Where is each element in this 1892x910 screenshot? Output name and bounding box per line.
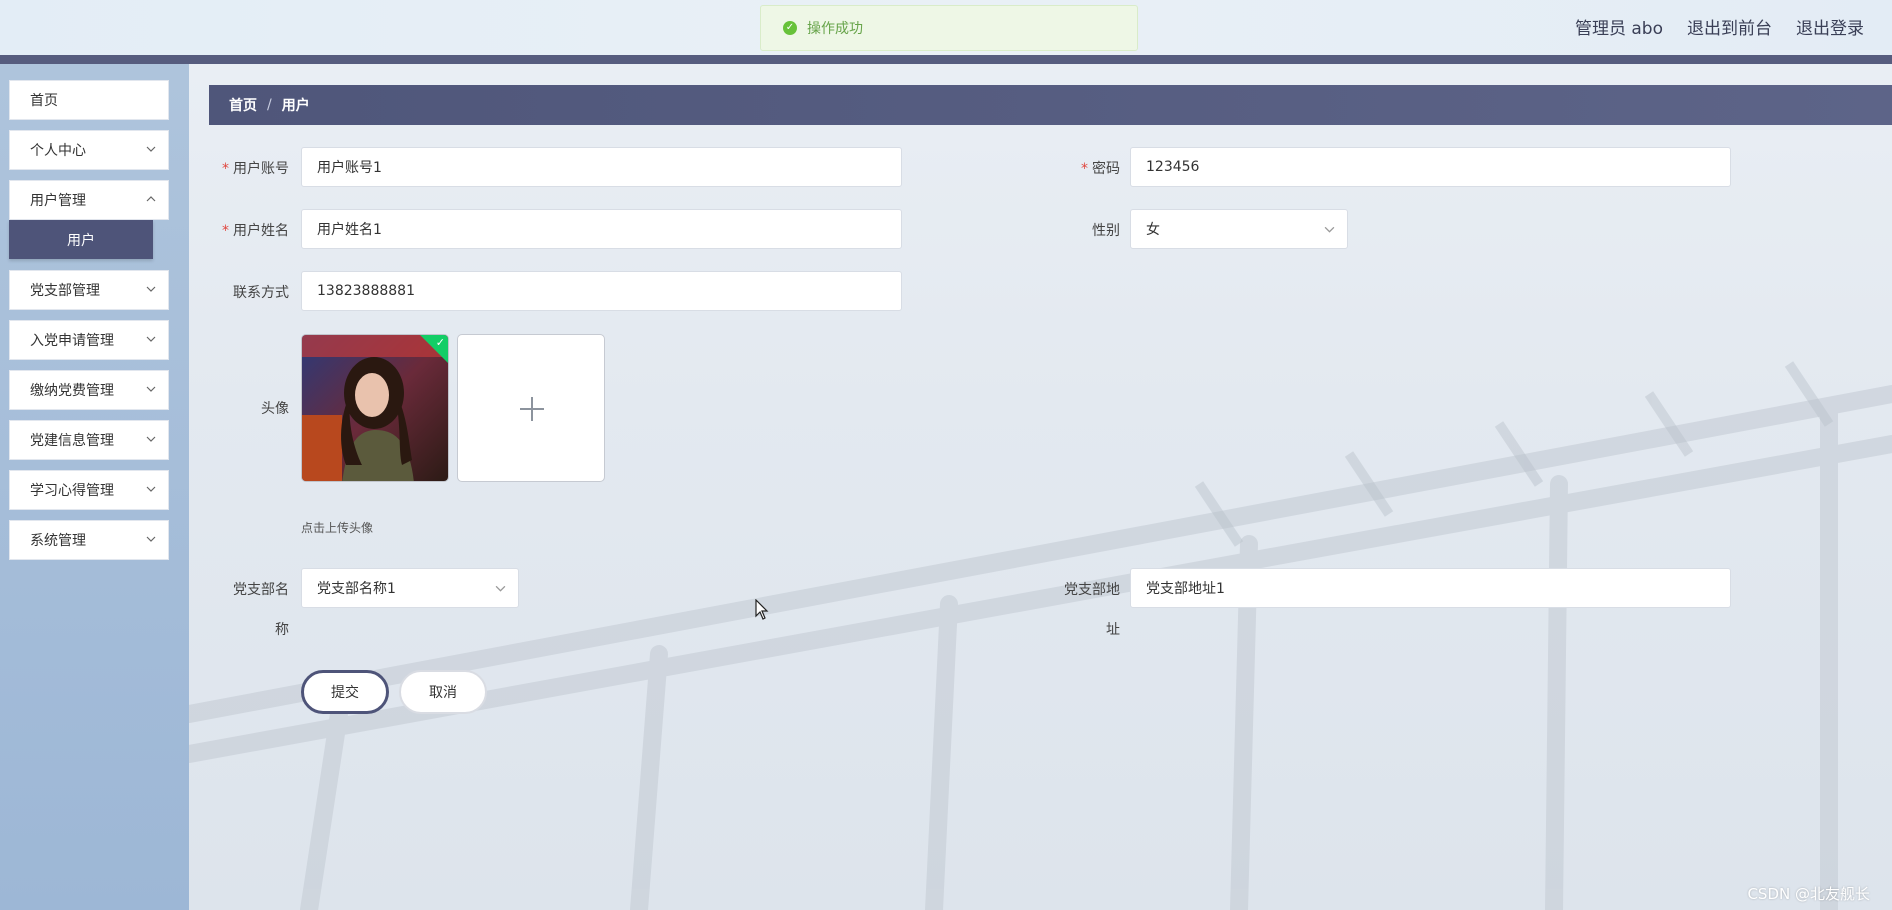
contact-label: 联系方式 [233, 285, 289, 301]
chevron-down-icon [146, 536, 156, 542]
sidebar-item-application-management[interactable]: 入党申请管理 [9, 320, 169, 360]
mouse-cursor-icon [755, 599, 769, 620]
avatar-upload-hint: 点击上传头像 [301, 521, 374, 535]
breadcrumb-home[interactable]: 首页 [229, 95, 257, 115]
breadcrumb: 首页 / 用户 [209, 85, 1892, 125]
sidebar-item-party-info-management[interactable]: 党建信息管理 [9, 420, 169, 460]
avatar-upload-button[interactable] [457, 334, 605, 482]
sidebar-item-label: 缴纳党费管理 [30, 383, 114, 399]
chevron-up-icon [146, 196, 156, 202]
sidebar-item-branch-management[interactable]: 党支部管理 [9, 270, 169, 310]
sidebar-item-label: 党支部管理 [30, 283, 100, 299]
submit-button[interactable]: 提交 [301, 670, 389, 714]
sidebar-item-label: 系统管理 [30, 533, 86, 549]
watermark: CSDN @北友舰长 [1747, 885, 1870, 903]
avatar-label: 头像 [261, 401, 289, 417]
toast-message: 操作成功 [807, 21, 863, 37]
gender-select[interactable]: 女 [1130, 209, 1348, 249]
logout-link[interactable]: 退出登录 [1796, 14, 1864, 39]
to-front-link[interactable]: 退出到前台 [1687, 14, 1772, 39]
sidebar-item-label: 个人中心 [30, 143, 86, 159]
sidebar-item-label: 入党申请管理 [30, 333, 114, 349]
password-label: * 密码 [1081, 161, 1120, 177]
branch-address-label: 党支部地 [1064, 582, 1120, 598]
admin-label: 管理员 abo [1574, 18, 1663, 39]
chevron-down-icon [1324, 226, 1335, 233]
sidebar-item-personal-center[interactable]: 个人中心 [9, 130, 169, 170]
branch-name-select[interactable]: 党支部名称1 [301, 568, 519, 608]
gender-label: 性别 [1092, 223, 1120, 239]
check-icon: ✓ [435, 336, 445, 349]
chevron-down-icon [146, 436, 156, 442]
avatar-image[interactable]: ✓ [301, 334, 449, 482]
background-fence-image [189, 361, 1892, 910]
chevron-down-icon [146, 386, 156, 392]
branch-name-label: 党支部名 [233, 582, 289, 598]
top-links: 管理员 abo 退出到前台 退出登录 [1575, 0, 1864, 52]
account-input[interactable]: 用户账号1 [301, 147, 902, 187]
breadcrumb-current: 用户 [281, 98, 310, 114]
top-bar-divider [0, 55, 1892, 64]
sidebar-item-label: 学习心得管理 [30, 483, 114, 499]
sidebar-item-home[interactable]: 首页 [9, 80, 169, 120]
sidebar-item-study-notes-management[interactable]: 学习心得管理 [9, 470, 169, 510]
branch-name-label-wrap: 称 [275, 622, 289, 638]
success-toast: ✓ 操作成功 [760, 5, 1138, 51]
sidebar-item-user-management[interactable]: 用户管理 [9, 180, 169, 220]
account-label: * 用户账号 [222, 161, 289, 177]
success-check-icon: ✓ [783, 21, 797, 35]
name-label: * 用户姓名 [222, 223, 289, 239]
contact-input[interactable]: 13823888881 [301, 271, 902, 311]
sidebar-item-dues-management[interactable]: 缴纳党费管理 [9, 370, 169, 410]
plus-icon [520, 397, 544, 421]
branch-address-input[interactable]: 党支部地址1 [1130, 568, 1731, 608]
name-input[interactable]: 用户姓名1 [301, 209, 902, 249]
chevron-down-icon [146, 146, 156, 152]
sidebar-subitem-user[interactable]: 用户 [9, 220, 153, 259]
chevron-down-icon [495, 585, 506, 592]
chevron-down-icon [146, 336, 156, 342]
sidebar-subitem-label: 用户 [67, 232, 95, 249]
sidebar-item-label: 党建信息管理 [30, 433, 114, 449]
chevron-down-icon [146, 286, 156, 292]
sidebar-item-label: 用户管理 [30, 193, 86, 209]
branch-address-label-wrap: 址 [1106, 622, 1120, 638]
sidebar-item-system-management[interactable]: 系统管理 [9, 520, 169, 560]
breadcrumb-separator: / [267, 97, 272, 113]
cancel-button[interactable]: 取消 [399, 670, 487, 714]
chevron-down-icon [146, 486, 156, 492]
password-input[interactable]: 123456 [1130, 147, 1731, 187]
sidebar-item-label: 首页 [30, 93, 58, 109]
avatar-photo [302, 335, 448, 481]
main-content: 首页 / 用户 [189, 64, 1892, 910]
sidebar: 首页 个人中心 用户管理 用户 党支部管理 入党申请管理 缴纳党费管理 党建信息… [0, 64, 189, 910]
